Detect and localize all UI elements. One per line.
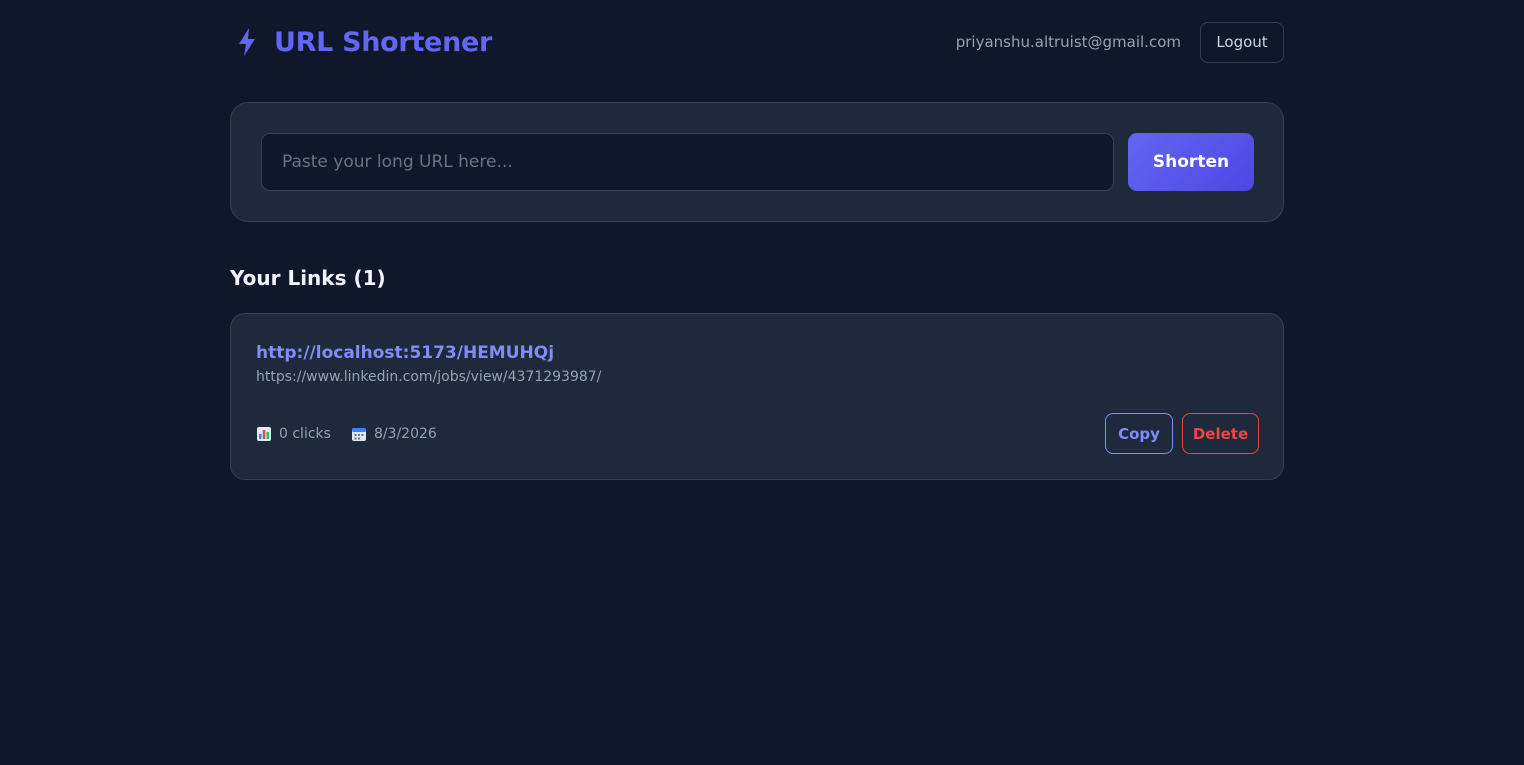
clicks-count: 0 clicks (279, 425, 331, 442)
lightning-bolt-icon (236, 27, 258, 57)
links-heading: Your Links (1) (230, 266, 386, 290)
header-user-area: priyanshu.altruist@gmail.com Logout (955, 21, 1284, 63)
shorten-button[interactable]: Shorten (1128, 133, 1254, 191)
link-stats: 0 clicks 8/3/2026 (256, 426, 437, 442)
created-date: 8/3/2026 (373, 425, 437, 442)
link-actions: Copy Delete (1105, 413, 1259, 454)
brand: URL Shortener (230, 27, 492, 58)
link-footer: 0 clicks 8/3/2026 Copy Delete (256, 413, 1259, 454)
bar-chart-icon (256, 426, 272, 442)
app-container: URL Shortener priyanshu.altruist@gmail.c… (230, 0, 1284, 480)
app-title: URL Shortener (274, 26, 493, 58)
date-stat: 8/3/2026 (351, 426, 437, 442)
calendar-icon (351, 426, 367, 442)
original-url: https://www.linkedin.com/jobs/view/43712… (256, 369, 602, 385)
logout-button[interactable]: Logout (1200, 21, 1284, 63)
user-email: priyanshu.altruist@gmail.com (955, 33, 1181, 51)
copy-button[interactable]: Copy (1105, 413, 1173, 454)
shorten-panel: Shorten (230, 102, 1284, 222)
long-url-input[interactable] (261, 133, 1114, 191)
clicks-stat: 0 clicks (256, 426, 331, 442)
short-url-link[interactable]: http://localhost:5173/HEMUHQj (256, 341, 1259, 365)
delete-button[interactable]: Delete (1182, 413, 1259, 454)
link-card: http://localhost:5173/HEMUHQj https://ww… (230, 313, 1284, 480)
app-header: URL Shortener priyanshu.altruist@gmail.c… (230, 0, 1284, 84)
